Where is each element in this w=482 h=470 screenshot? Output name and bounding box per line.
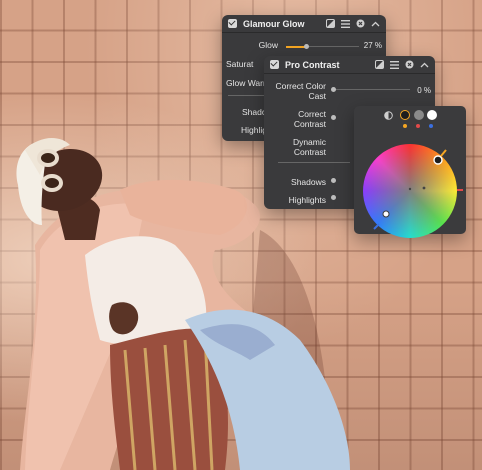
close-icon[interactable] — [405, 60, 414, 69]
mask-icon[interactable] — [375, 60, 384, 69]
glow-label: Glow — [258, 40, 278, 50]
mask-icon[interactable] — [326, 19, 335, 28]
correct-color-cast-label: Correct Color Cast — [275, 81, 326, 101]
glamour-glow-header: Glamour Glow — [222, 15, 386, 33]
menu-icon[interactable] — [341, 19, 350, 28]
highlights-label: Highlights — [288, 195, 326, 205]
color-cast-slider-knob[interactable] — [331, 87, 336, 92]
panel-title: Glamour Glow — [243, 18, 305, 29]
saturation-label: Saturat — [226, 59, 254, 69]
glow-warmth-label: Glow Warr — [226, 78, 266, 88]
color-cast-value: 0 % — [417, 86, 431, 95]
shadows-knob[interactable] — [331, 178, 336, 183]
checkbox-icon[interactable] — [270, 60, 279, 69]
color-cast-slider-track[interactable] — [332, 89, 410, 90]
color-picker-popover — [354, 106, 466, 238]
menu-icon[interactable] — [390, 60, 399, 69]
highlights-knob[interactable] — [331, 195, 336, 200]
correct-contrast-knob[interactable] — [331, 115, 336, 120]
glow-slider-knob[interactable] — [304, 44, 309, 49]
collapse-icon[interactable] — [371, 19, 380, 28]
glow-warmth-track[interactable] — [228, 95, 264, 96]
glow-slider-fill — [286, 46, 306, 48]
pro-contrast-header: Pro Contrast — [264, 56, 435, 74]
glow-value: 27 % — [363, 41, 382, 50]
color-wheel-handles — [373, 149, 463, 230]
checkbox-icon[interactable] — [228, 19, 237, 28]
close-icon[interactable] — [356, 19, 365, 28]
collapse-icon[interactable] — [420, 60, 429, 69]
shadows-label: Shado — [242, 107, 267, 117]
dynamic-contrast-track[interactable] — [278, 162, 350, 163]
shadows-label: Shadows — [291, 177, 326, 187]
panel-title: Pro Contrast — [285, 59, 340, 70]
correct-contrast-label: Correct Contrast — [293, 109, 326, 129]
dynamic-contrast-label: Dynamic Contrast — [292, 137, 326, 157]
